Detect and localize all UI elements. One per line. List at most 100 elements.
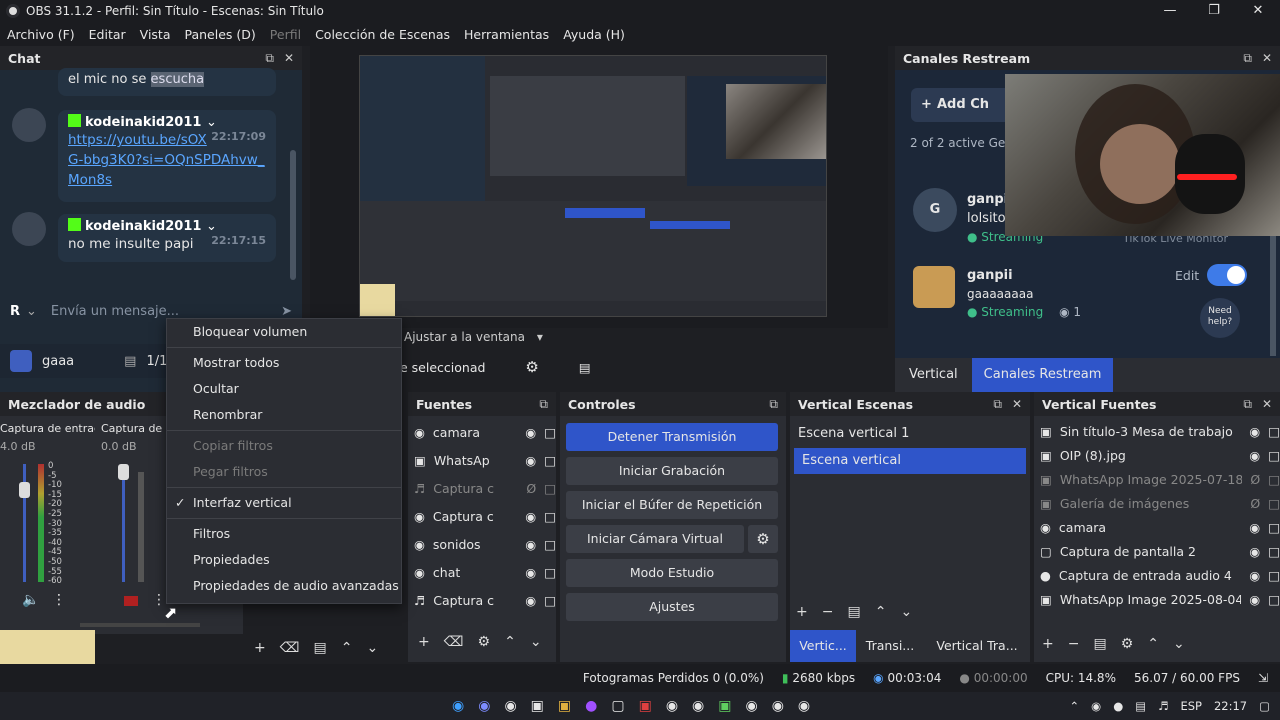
up-icon[interactable]: ⌃ [504, 634, 516, 650]
app-icon[interactable]: ▢ [611, 698, 624, 714]
tab-transitions[interactable]: Transi... [856, 630, 924, 662]
menu-rename[interactable]: Renombrar [167, 402, 401, 428]
source-row[interactable]: ▣ OIP (8).jpg ◉ □ [1034, 443, 1280, 467]
scene-item-selected[interactable]: Escena vertical [794, 448, 1026, 474]
down-icon[interactable]: ⌄ [900, 604, 912, 620]
source-row[interactable]: ◉ Captura c ◉ □ [408, 502, 556, 530]
add-icon[interactable]: + [1042, 636, 1054, 652]
speaker-icon[interactable]: 🔈 [22, 592, 39, 608]
gear-icon[interactable]: ⚙ [748, 525, 778, 553]
tab-canales-restream[interactable]: Canales Restream [971, 358, 1114, 392]
source-row[interactable]: ● Captura de entrada audio 4 ◉ □ [1034, 563, 1280, 587]
settings-button[interactable]: Ajustes [566, 593, 778, 621]
undock-icon[interactable]: ⧉ [769, 397, 778, 412]
channel-toggle[interactable] [1207, 264, 1247, 286]
source-row[interactable]: ▣ Galería de imágenes Ø □ [1034, 491, 1280, 515]
steam-icon[interactable]: ◉ [504, 698, 516, 714]
mixer-scrollbar[interactable] [80, 623, 200, 627]
menu-lock-volume[interactable]: Bloquear volumen [167, 319, 401, 345]
menu-advanced-audio[interactable]: Propiedades de audio avanzadas [167, 573, 401, 599]
replay-buffer-button[interactable]: Iniciar el Búfer de Repetición [566, 491, 778, 519]
chevron-down-icon[interactable]: ▾ [537, 330, 543, 344]
source-row[interactable]: ♬ Captura c ◉ □ [408, 586, 556, 614]
muted-speaker-icon[interactable] [124, 596, 138, 606]
source-row[interactable]: ▣ WhatsApp Image 2025-07-18 Ø □ [1034, 467, 1280, 491]
virtual-camera-button[interactable]: Iniciar Cámara Virtual [566, 525, 744, 553]
help-button[interactable]: Need help? [1200, 298, 1240, 338]
close-dock-icon[interactable]: ✕ [1012, 397, 1022, 412]
menu-filters[interactable]: Filtros [167, 521, 401, 547]
up-icon[interactable]: ⌃ [1147, 636, 1159, 652]
tray-chevron-icon[interactable]: ⌃ [1070, 699, 1080, 713]
volume-slider[interactable] [122, 464, 125, 582]
remove-icon[interactable]: − [822, 604, 834, 620]
menu-editar[interactable]: Editar [82, 27, 133, 42]
add-icon[interactable]: + [796, 604, 808, 620]
close-dock-icon[interactable]: ✕ [1262, 397, 1272, 412]
menu-copy-filters[interactable]: Copiar filtros [167, 433, 401, 459]
undock-icon[interactable]: ⧉ [993, 397, 1002, 412]
menu-paneles[interactable]: Paneles (D) [178, 27, 263, 42]
restream-scrollbar[interactable] [1270, 236, 1276, 356]
menu-coleccion[interactable]: Colección de Escenas [308, 27, 457, 42]
app-icon[interactable]: ◉ [666, 698, 678, 714]
start-recording-button[interactable]: Iniciar Grabación [566, 457, 778, 485]
network-icon[interactable]: ▤ [1135, 699, 1146, 713]
app-icon[interactable]: ◉ [745, 698, 757, 714]
menu-archivo[interactable]: Archivo (F) [0, 27, 82, 42]
undock-icon[interactable]: ⧉ [265, 51, 274, 66]
tab-vertical-scenes[interactable]: Vertic... [790, 630, 856, 662]
undock-icon[interactable]: ⧉ [1243, 51, 1252, 66]
menu-herramientas[interactable]: Herramientas [457, 27, 556, 42]
app-icon[interactable]: ● [585, 698, 597, 714]
menu-hide[interactable]: Ocultar [167, 376, 401, 402]
volume-icon[interactable]: ♬ [1158, 699, 1168, 713]
undock-icon[interactable]: ⧉ [1243, 397, 1252, 412]
discord-icon[interactable]: ◉ [478, 698, 490, 714]
gear-icon[interactable]: ⚙ [478, 634, 491, 650]
menu-perfil[interactable]: Perfil [263, 27, 308, 42]
add-icon[interactable]: + [254, 640, 266, 656]
source-row[interactable]: ◉ sonidos ◉ □ [408, 530, 556, 558]
gear-icon[interactable]: ⚙ [525, 358, 538, 376]
undock-icon[interactable]: ⧉ [539, 397, 548, 412]
filter-icon[interactable]: ▤ [579, 360, 591, 375]
obs-icon[interactable]: ◉ [798, 698, 810, 714]
source-row[interactable]: ◉ chat ◉ □ [408, 558, 556, 586]
source-row[interactable]: ▢ Captura de pantalla 2 ◉ □ [1034, 539, 1280, 563]
down-icon[interactable]: ⌄ [367, 640, 379, 656]
chat-input[interactable]: Envía un mensaje... [51, 304, 179, 319]
microphone-icon[interactable]: ● [1113, 699, 1123, 713]
close-window-button[interactable]: ✕ [1236, 0, 1280, 22]
app-icon[interactable]: ▣ [531, 698, 544, 714]
edit-link[interactable]: Edit [1175, 268, 1199, 283]
webcam-tray-icon[interactable]: ◉ [1091, 699, 1101, 713]
source-row[interactable]: ▣ WhatsApp Image 2025-08-04 ◉ □ [1034, 587, 1280, 611]
app-icon[interactable]: ▣ [639, 698, 652, 714]
remove-icon[interactable]: − [1068, 636, 1080, 652]
stop-streaming-button[interactable]: Detener Transmisión [566, 423, 778, 451]
source-row[interactable]: ◉ camara ◉ □ [1034, 515, 1280, 539]
down-icon[interactable]: ⌄ [1173, 636, 1185, 652]
send-icon[interactable]: ➤ [281, 304, 292, 319]
menu-ayuda[interactable]: Ayuda (H) [556, 27, 632, 42]
up-icon[interactable]: ⌃ [341, 640, 353, 656]
scene-item[interactable]: Escena vertical 1 [790, 420, 1030, 448]
chat-scrollbar[interactable] [290, 150, 296, 280]
filter-icon[interactable]: ▤ [1093, 636, 1106, 652]
steam-icon[interactable]: ◉ [772, 698, 784, 714]
menu-paste-filters[interactable]: Pegar filtros [167, 459, 401, 485]
source-row[interactable]: ▣ WhatsAp ◉ □ [408, 446, 556, 474]
minimize-button[interactable]: — [1148, 0, 1192, 22]
fit-window-label[interactable]: Ajustar a la ventana [404, 330, 525, 344]
more-options-icon[interactable]: ⋮ [52, 592, 66, 608]
slider-handle[interactable] [19, 482, 30, 498]
menu-vista[interactable]: Vista [133, 27, 178, 42]
down-icon[interactable]: ⌄ [530, 634, 542, 650]
close-dock-icon[interactable]: ✕ [284, 51, 294, 66]
menu-vertical-interface[interactable]: ✓ Interfaz vertical [167, 490, 401, 516]
trash-icon[interactable]: ⌫ [444, 634, 464, 650]
resize-grip-icon[interactable]: ⇲ [1258, 671, 1268, 685]
menu-properties[interactable]: Propiedades [167, 547, 401, 573]
preview-canvas[interactable] [359, 55, 827, 317]
